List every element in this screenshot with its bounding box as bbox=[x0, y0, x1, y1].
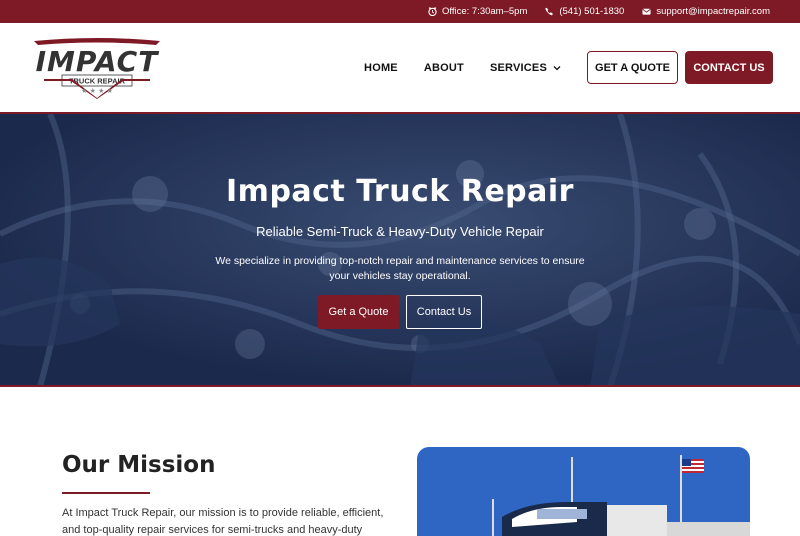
logo[interactable]: IMPACT TRUCK REPAIR ★ ★ ★ ★ bbox=[32, 37, 162, 99]
office-hours-text: Office: 7:30am–5pm bbox=[441, 6, 528, 17]
logo-wordmark: IMPACT bbox=[36, 45, 160, 78]
phone-text[interactable]: (541) 501-1830 bbox=[559, 6, 624, 17]
email-icon bbox=[642, 8, 651, 15]
mission-divider bbox=[62, 492, 150, 494]
hero-get-quote-button[interactable]: Get a Quote bbox=[318, 295, 399, 329]
clock-icon bbox=[428, 7, 437, 16]
chevron-down-icon[interactable] bbox=[553, 65, 561, 71]
get-quote-button[interactable]: GET A QUOTE bbox=[587, 51, 678, 84]
contact-us-button[interactable]: CONTACT US bbox=[685, 51, 773, 84]
nav-services-label[interactable]: SERVICES bbox=[490, 62, 547, 74]
hero-subtitle: Reliable Semi-Truck & Heavy-Duty Vehicle… bbox=[256, 224, 544, 239]
hero-section: Impact Truck Repair Reliable Semi-Truck … bbox=[0, 114, 800, 387]
nav-services[interactable]: SERVICES bbox=[490, 62, 561, 74]
svg-text:★ ★ ★ ★: ★ ★ ★ ★ bbox=[81, 87, 113, 95]
truck-photo bbox=[417, 447, 750, 536]
nav-home-label[interactable]: HOME bbox=[364, 62, 398, 74]
mission-text: At Impact Truck Repair, our mission is t… bbox=[62, 507, 384, 536]
mission-title: Our Mission bbox=[62, 452, 216, 478]
main-nav: HOME ABOUT SERVICES GET A QUOTE CONTACT … bbox=[364, 51, 773, 84]
truck-photo-graphic bbox=[417, 447, 750, 536]
email-text[interactable]: support@impactrepair.com bbox=[656, 6, 770, 17]
office-hours: Office: 7:30am–5pm bbox=[428, 6, 527, 17]
hero-title: Impact Truck Repair bbox=[226, 174, 574, 209]
hero-description: We specialize in providing top-notch rep… bbox=[215, 255, 585, 282]
email-link[interactable]: support@impactrepair.com bbox=[642, 6, 770, 17]
hero-contact-button[interactable]: Contact Us bbox=[406, 295, 482, 329]
logo-graphic: IMPACT TRUCK REPAIR ★ ★ ★ ★ bbox=[34, 37, 160, 99]
site-header: IMPACT TRUCK REPAIR ★ ★ ★ ★ HOME ABOUT S… bbox=[0, 23, 800, 114]
phone-icon bbox=[545, 7, 554, 16]
phone-link[interactable]: (541) 501-1830 bbox=[545, 6, 624, 17]
hero-content: Impact Truck Repair Reliable Semi-Truck … bbox=[0, 114, 800, 385]
nav-home[interactable]: HOME bbox=[364, 62, 398, 74]
nav-about-label[interactable]: ABOUT bbox=[424, 62, 464, 74]
mission-section: Our Mission At Impact Truck Repair, our … bbox=[0, 387, 800, 536]
hero-buttons: Get a Quote Contact Us bbox=[318, 295, 482, 329]
nav-about[interactable]: ABOUT bbox=[424, 62, 464, 74]
top-info-bar: Office: 7:30am–5pm (541) 501-1830 suppor… bbox=[0, 0, 800, 23]
